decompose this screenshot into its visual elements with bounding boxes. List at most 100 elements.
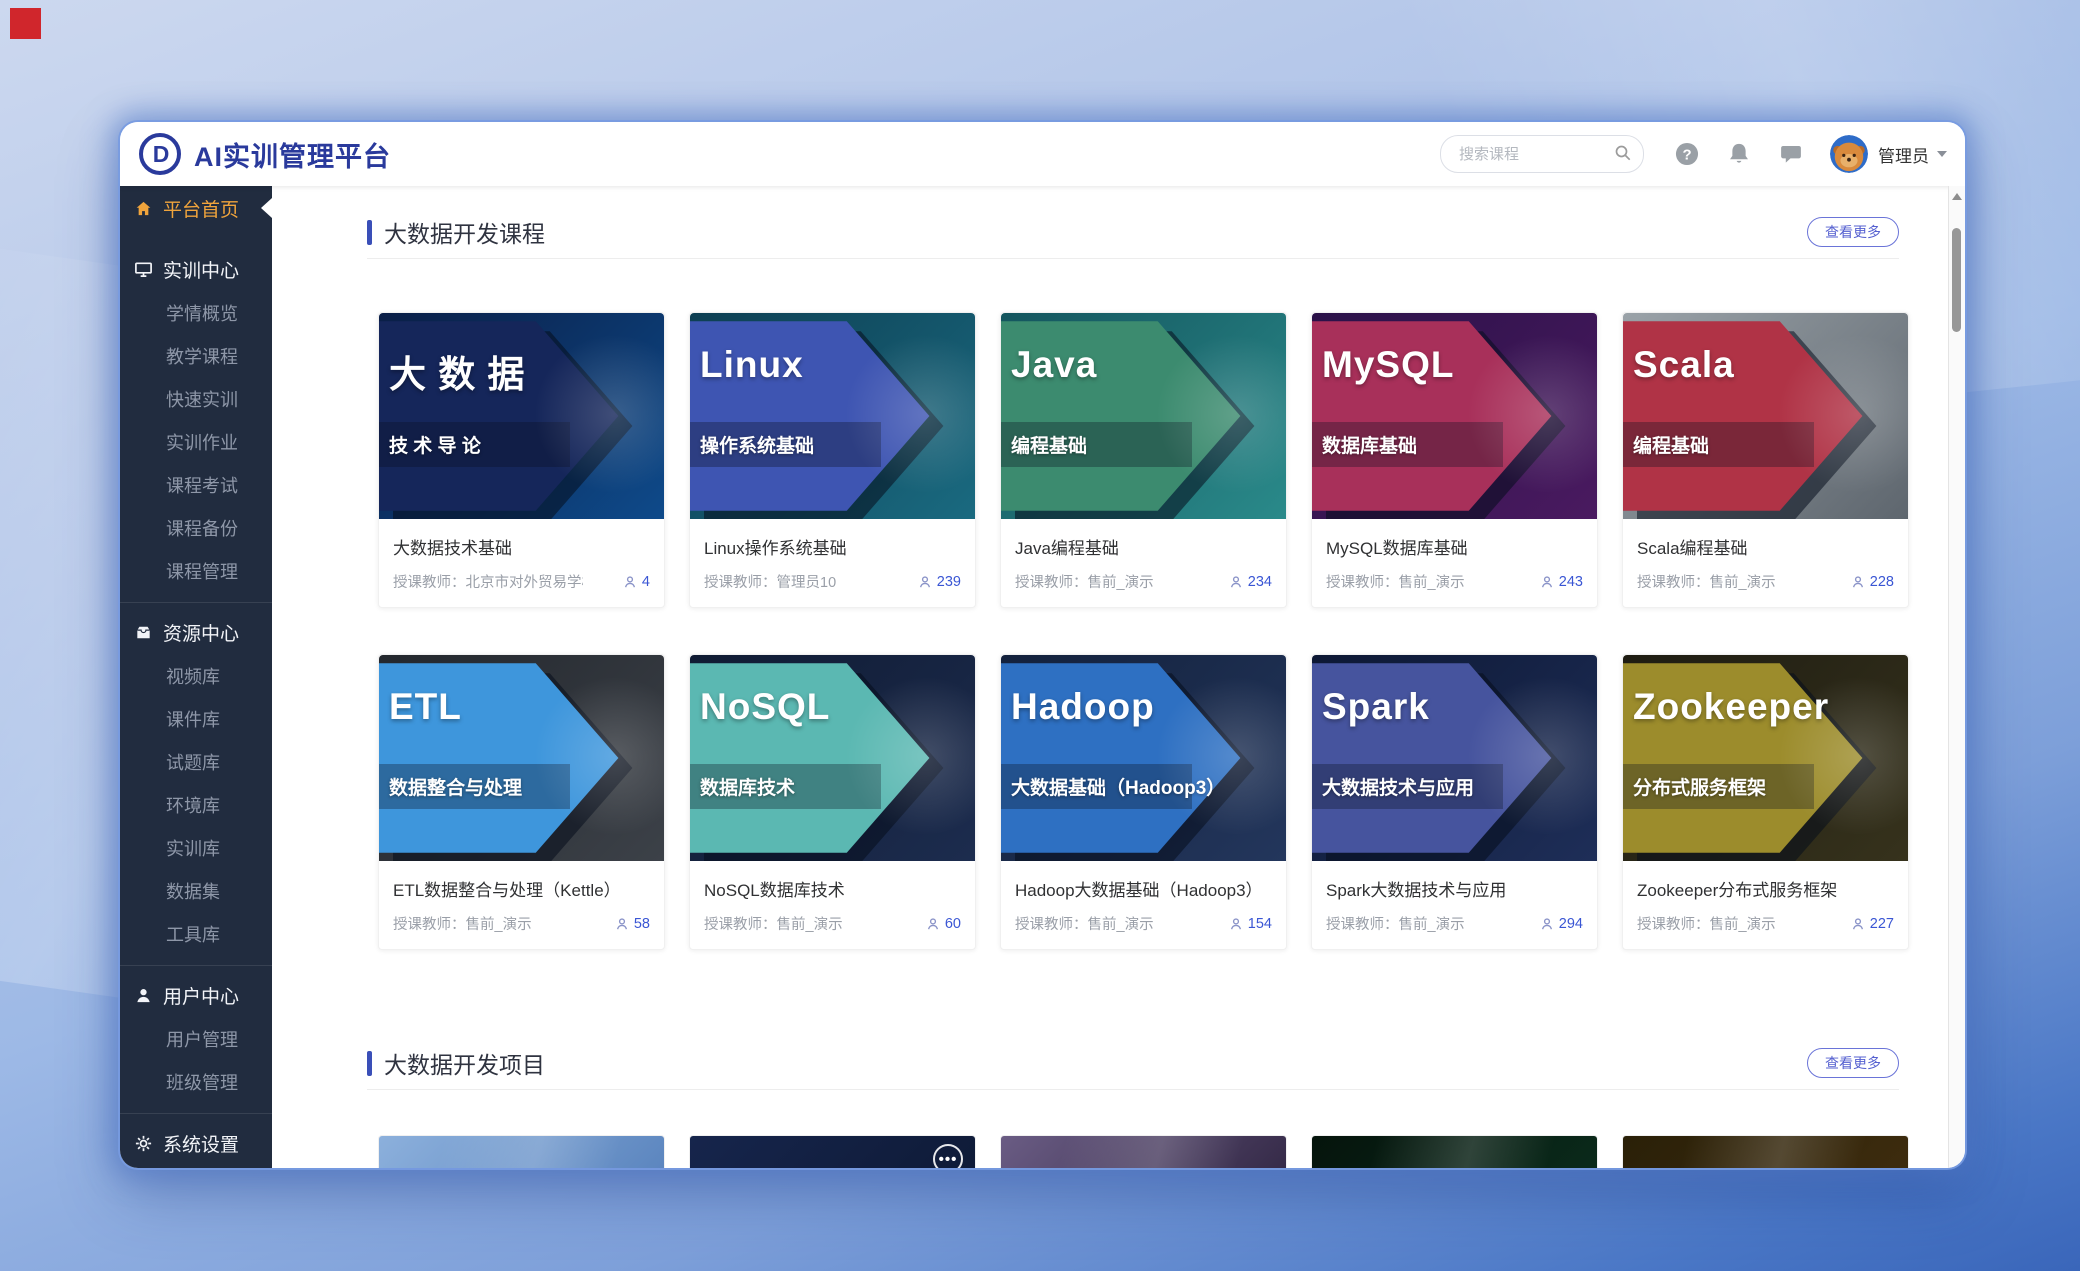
- sidebar-item[interactable]: 快速实训: [120, 377, 272, 420]
- help-icon[interactable]: ?: [1674, 141, 1700, 167]
- course-grid-row-2: ETL 数据整合与处理 ETL数据整合与处理（Kettle） 授课教师：售前_演…: [378, 654, 1949, 950]
- sidebar-item-system-settings[interactable]: 系统设置: [120, 1122, 272, 1165]
- course-teacher: 授课教师：售前_演示: [1637, 571, 1776, 592]
- sidebar-item[interactable]: 课件库: [120, 697, 272, 740]
- sidebar-item[interactable]: 数据集: [120, 869, 272, 912]
- project-card[interactable]: 大数据开发案例: [1000, 1135, 1287, 1168]
- student-count: 58: [614, 916, 650, 932]
- sidebar-item[interactable]: 学情概览: [120, 291, 272, 334]
- sidebar-item[interactable]: 试题库: [120, 740, 272, 783]
- course-card[interactable]: Linux 操作系统基础 Linux操作系统基础 授课教师：管理员10 239: [689, 312, 976, 608]
- sidebar-item[interactable]: 教学课程: [120, 334, 272, 377]
- section-title: 大数据开发课程: [384, 215, 545, 249]
- sidebar-group-settings: 系统设置: [120, 1122, 272, 1165]
- course-card[interactable]: NoSQL 数据库技术 NoSQL数据库技术 授课教师：售前_演示 60: [689, 654, 976, 950]
- course-teacher: 授课教师：售前_演示: [1015, 571, 1154, 592]
- student-count: 154: [1228, 916, 1272, 932]
- courses-section-header: 大数据开发课程 查看更多: [367, 214, 1899, 250]
- course-card[interactable]: Java 编程基础 Java编程基础 授课教师：售前_演示 234: [1000, 312, 1287, 608]
- course-card[interactable]: 大 数 据 技 术 导 论 大数据技术基础 授课教师：北京市对外贸易学校教...…: [378, 312, 665, 608]
- sidebar-divider: [120, 602, 272, 603]
- course-teacher: 授课教师：北京市对外贸易学校教...: [393, 571, 583, 592]
- sidebar-group-users: 用户中心 用户管理 班级管理: [120, 974, 272, 1103]
- person-icon: [1850, 574, 1866, 590]
- course-card[interactable]: ETL 数据整合与处理 ETL数据整合与处理（Kettle） 授课教师：售前_演…: [378, 654, 665, 950]
- sidebar-group-training: 实训中心 学情概览 教学课程 快速实训 实训作业 课程考试 课程备份 课程管理: [120, 248, 272, 592]
- course-card[interactable]: Zookeeper 分布式服务框架 Zookeeper分布式服务框架 授课教师：…: [1622, 654, 1909, 950]
- person-icon: [1850, 916, 1866, 932]
- course-thumbnail: Scala 编程基础: [1623, 313, 1908, 519]
- svg-text:?: ?: [1682, 146, 1691, 163]
- project-card[interactable]: 大数据开发案例: [1622, 1135, 1909, 1168]
- app-title: AI实训管理平台: [194, 135, 391, 174]
- sidebar-divider: [120, 1113, 272, 1114]
- sidebar-item[interactable]: 课程考试: [120, 463, 272, 506]
- scrollbar-thumb[interactable]: [1952, 228, 1961, 332]
- sidebar-item[interactable]: 课程备份: [120, 506, 272, 549]
- project-thumbnail: 大数据开发案例: [1001, 1136, 1286, 1168]
- course-title: Hadoop大数据基础（Hadoop3）: [1001, 861, 1286, 901]
- person-icon: [1228, 574, 1244, 590]
- course-title: NoSQL数据库技术: [690, 861, 975, 901]
- more-dots-icon: •••: [933, 1144, 963, 1168]
- sidebar-item[interactable]: 实训作业: [120, 420, 272, 463]
- person-icon: [925, 916, 941, 932]
- course-card[interactable]: MySQL 数据库基础 MySQL数据库基础 授课教师：售前_演示 243: [1311, 312, 1598, 608]
- project-card[interactable]: 大数据开发案例: [378, 1135, 665, 1168]
- course-teacher: 授课教师：售前_演示: [1637, 913, 1776, 934]
- person-icon: [1539, 916, 1555, 932]
- project-card[interactable]: 大数据开发案例: [1311, 1135, 1598, 1168]
- search-icon[interactable]: [1613, 143, 1633, 163]
- svg-text:D: D: [153, 141, 170, 167]
- student-count: 4: [622, 574, 650, 590]
- project-thumbnail: ••• 大数据开发案例: [690, 1136, 975, 1168]
- scrollbar-track[interactable]: [1948, 186, 1965, 1168]
- course-thumbnail: MySQL 数据库基础: [1312, 313, 1597, 519]
- bell-icon[interactable]: [1726, 141, 1752, 167]
- projects-section-header: 大数据开发项目 查看更多: [367, 1045, 1899, 1081]
- course-thumbnail: NoSQL 数据库技术: [690, 655, 975, 861]
- sidebar-item[interactable]: 课程管理: [120, 549, 272, 592]
- project-card[interactable]: ••• 大数据开发案例: [689, 1135, 976, 1168]
- sidebar-item-user-center[interactable]: 用户中心: [120, 974, 272, 1017]
- home-icon: [134, 199, 153, 218]
- scrollbar-up-arrow-icon[interactable]: [1952, 193, 1962, 200]
- search-input[interactable]: [1457, 145, 1601, 164]
- student-count: 294: [1539, 916, 1583, 932]
- user-icon: [134, 986, 153, 1005]
- sidebar-item[interactable]: 用户管理: [120, 1017, 272, 1060]
- course-thumbnail: Spark 大数据技术与应用: [1312, 655, 1597, 861]
- course-title: Scala编程基础: [1623, 519, 1908, 559]
- student-count: 60: [925, 916, 961, 932]
- course-teacher: 授课教师：管理员10: [704, 571, 836, 592]
- sidebar-item-home[interactable]: 平台首页: [120, 186, 272, 230]
- section-divider: [367, 1089, 1899, 1090]
- sidebar-item[interactable]: 班级管理: [120, 1060, 272, 1103]
- sidebar-item[interactable]: 工具库: [120, 912, 272, 955]
- course-title: Spark大数据技术与应用: [1312, 861, 1597, 901]
- course-card[interactable]: Scala 编程基础 Scala编程基础 授课教师：售前_演示 228: [1622, 312, 1909, 608]
- sidebar-item[interactable]: 环境库: [120, 783, 272, 826]
- user-avatar[interactable]: [1830, 135, 1868, 173]
- sidebar-item[interactable]: 实训库: [120, 826, 272, 869]
- sidebar-item-training-center[interactable]: 实训中心: [120, 248, 272, 291]
- user-name[interactable]: 管理员: [1878, 142, 1929, 167]
- view-more-button[interactable]: 查看更多: [1807, 217, 1899, 247]
- course-card[interactable]: Hadoop 大数据基础（Hadoop3） Hadoop大数据基础（Hadoop…: [1000, 654, 1287, 950]
- course-title: 大数据技术基础: [379, 519, 664, 559]
- search-box[interactable]: [1440, 135, 1644, 173]
- project-thumbnail: 大数据开发案例: [379, 1136, 664, 1168]
- sidebar-item[interactable]: 视频库: [120, 654, 272, 697]
- sidebar-divider: [120, 965, 272, 966]
- app-logo-icon: D: [138, 132, 182, 176]
- view-more-button[interactable]: 查看更多: [1807, 1048, 1899, 1078]
- course-teacher: 授课教师：售前_演示: [1326, 913, 1465, 934]
- chevron-down-icon[interactable]: [1937, 151, 1947, 157]
- course-card[interactable]: Spark 大数据技术与应用 Spark大数据技术与应用 授课教师：售前_演示 …: [1311, 654, 1598, 950]
- sidebar-group-resources: 资源中心 视频库 课件库 试题库 环境库 实训库 数据集 工具库: [120, 611, 272, 955]
- message-icon[interactable]: [1778, 141, 1804, 167]
- project-thumbnail: 大数据开发案例: [1623, 1136, 1908, 1168]
- course-title: ETL数据整合与处理（Kettle）: [379, 861, 664, 901]
- sidebar-item-resource-center[interactable]: 资源中心: [120, 611, 272, 654]
- course-teacher: 授课教师：售前_演示: [393, 913, 532, 934]
